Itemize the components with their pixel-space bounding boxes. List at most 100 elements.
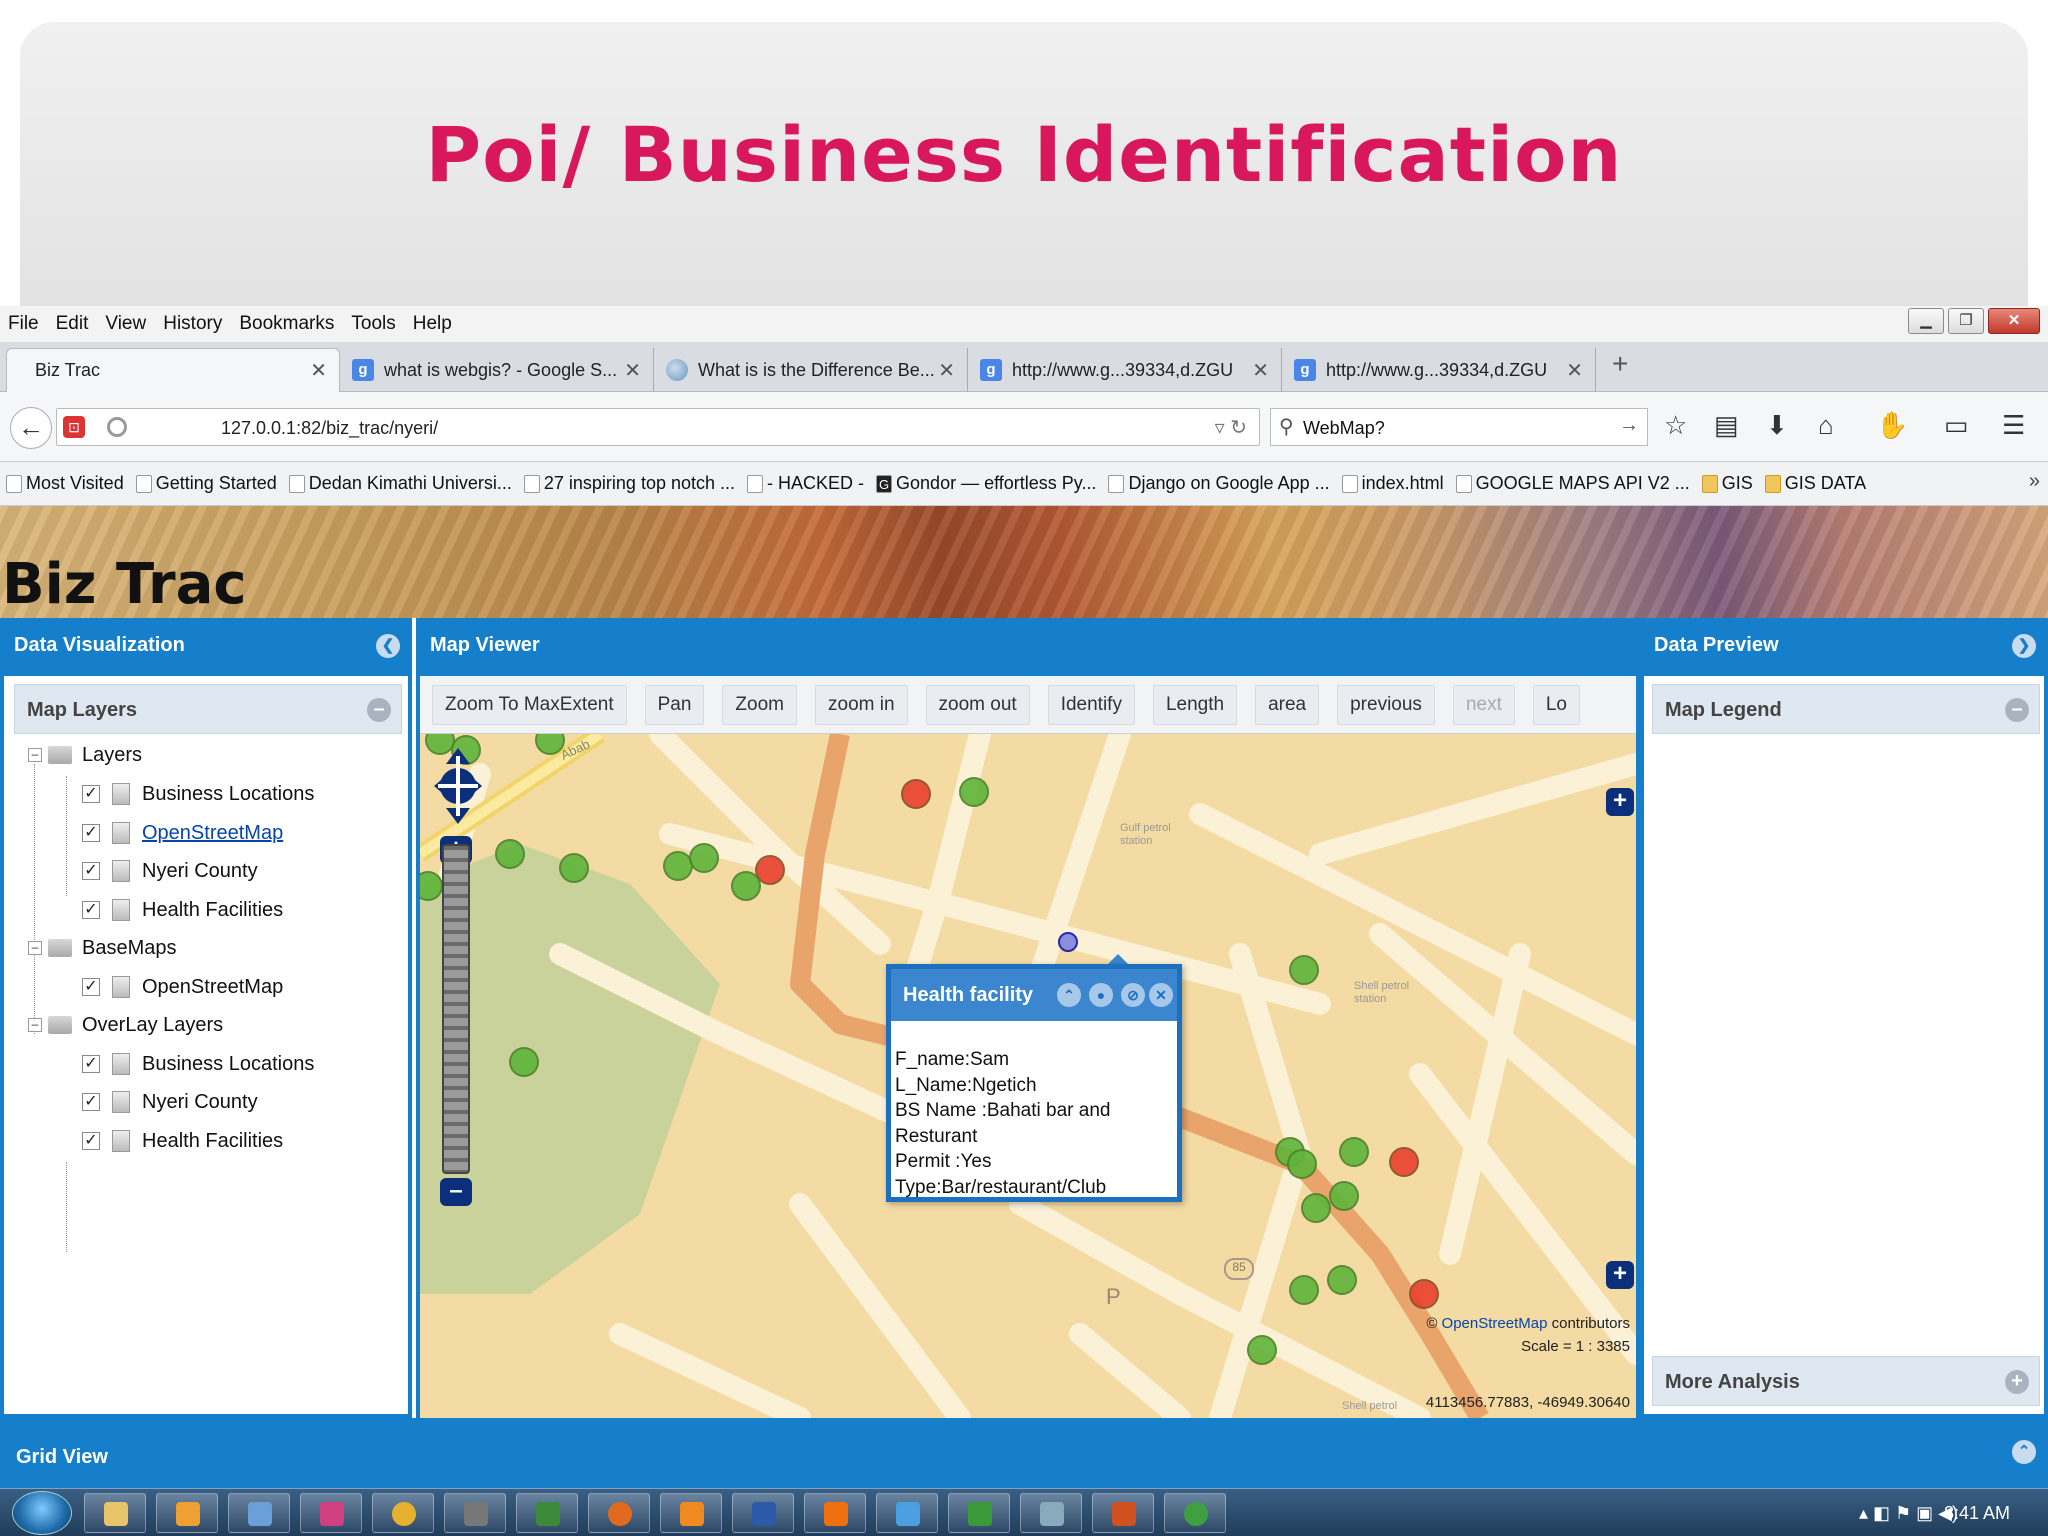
editor-taskbar-button[interactable] [228, 1493, 290, 1533]
tab-close-icon[interactable]: ✕ [1252, 358, 1269, 383]
search-go-icon[interactable]: → [1619, 414, 1639, 437]
checkbox[interactable]: ✓ [82, 862, 100, 880]
health-facility-popup[interactable]: Health facility ⌃ ● ⊘ ✕ F_name:Sam L_Nam… [886, 964, 1182, 1202]
locate-button[interactable]: Lo [1532, 684, 1580, 725]
app-taskbar-button[interactable] [300, 1493, 362, 1533]
close-window-button[interactable]: ✕ [1988, 308, 2040, 334]
app-taskbar-button[interactable] [1164, 1493, 1226, 1533]
app-taskbar-button[interactable] [516, 1493, 578, 1533]
checkbox[interactable]: ✓ [82, 785, 100, 803]
health-facility-marker[interactable] [959, 777, 989, 807]
zoom-slider[interactable] [442, 844, 470, 1174]
health-facility-marker[interactable] [1301, 1193, 1331, 1223]
tab-close-icon[interactable]: ✕ [938, 358, 955, 383]
tab-close-icon[interactable]: ✕ [1566, 358, 1583, 383]
map-canvas[interactable]: + – + + Abab Gulf petrol station Shell p… [420, 734, 1636, 1418]
app-taskbar-button[interactable] [804, 1493, 866, 1533]
popup-drop-icon[interactable]: ● [1089, 983, 1113, 1007]
chrome-taskbar-button[interactable] [372, 1493, 434, 1533]
bookmark-dedan-kimathi[interactable]: Dedan Kimathi Universi... [288, 473, 512, 494]
collapse-left-icon[interactable]: ❮ [376, 634, 400, 658]
health-facility-marker[interactable] [1329, 1181, 1359, 1211]
minimize-button[interactable]: ▁ [1908, 308, 1944, 334]
collapse-right-icon[interactable]: ❯ [2012, 634, 2036, 658]
health-facility-marker[interactable] [689, 843, 719, 873]
menu-edit[interactable]: Edit [56, 313, 89, 335]
layer-switcher-plus-icon[interactable]: + [1606, 788, 1634, 816]
identify-button[interactable]: Identify [1047, 684, 1135, 725]
powerpoint-taskbar-button[interactable] [1092, 1493, 1154, 1533]
word-taskbar-button[interactable] [732, 1493, 794, 1533]
map-zoom-out-icon[interactable]: – [440, 1178, 472, 1206]
selected-marker[interactable] [1058, 932, 1078, 952]
tab-google-link-2[interactable]: g http://www.g...39334,d.ZGU ✕ [1282, 348, 1596, 392]
zoom-to-max-extent-button[interactable]: Zoom To MaxExtent [432, 684, 627, 725]
zoom-button[interactable]: Zoom [722, 684, 797, 725]
layer-nyeri-county[interactable]: ✓ Nyeri County [82, 856, 258, 886]
expand-toggle-icon[interactable]: – [28, 1018, 42, 1032]
layer-health-facilities[interactable]: ✓ Health Facilities [82, 895, 283, 925]
business-marker[interactable] [1409, 1279, 1439, 1309]
window-icon[interactable]: ▭ [1944, 410, 1969, 441]
bookmark-most-visited[interactable]: Most Visited [6, 473, 124, 494]
tab-webgis-search[interactable]: g what is webgis? - Google S... ✕ [340, 348, 654, 392]
health-facility-marker[interactable] [1289, 1275, 1319, 1305]
health-facility-marker[interactable] [1327, 1265, 1357, 1295]
menu-icon[interactable]: ☰ [2002, 410, 2025, 441]
checkbox[interactable]: ✓ [82, 824, 100, 842]
business-marker[interactable] [1389, 1147, 1419, 1177]
zoom-out-button[interactable]: zoom out [925, 684, 1030, 725]
overlay-business-locations[interactable]: ✓ Business Locations [82, 1049, 314, 1079]
menu-bookmarks[interactable]: Bookmarks [239, 313, 334, 335]
bookmark-gis[interactable]: GIS [1701, 473, 1753, 494]
tab-close-icon[interactable]: ✕ [624, 358, 641, 383]
checkbox[interactable]: ✓ [82, 1093, 100, 1111]
search-text[interactable]: WebMap? [1303, 418, 1385, 439]
bookmark-index-html[interactable]: index.html [1341, 473, 1444, 494]
overlay-nyeri-county[interactable]: ✓ Nyeri County [82, 1087, 258, 1117]
firefox-taskbar-button[interactable] [588, 1493, 650, 1533]
start-button[interactable] [12, 1491, 72, 1535]
tab-close-icon[interactable]: ✕ [310, 358, 327, 383]
bookmark-django[interactable]: Django on Google App ... [1108, 473, 1330, 494]
previous-button[interactable]: previous [1337, 684, 1435, 725]
length-button[interactable]: Length [1152, 684, 1238, 725]
pan-navigation-control[interactable] [430, 744, 486, 828]
bookmark-inspiring[interactable]: 27 inspiring top notch ... [523, 473, 735, 494]
tab-google-link-1[interactable]: g http://www.g...39334,d.ZGU ✕ [968, 348, 1282, 392]
bookmark-gondor[interactable]: G Gondor — effortless Py... [876, 473, 1096, 494]
bookmark-gis-data[interactable]: GIS DATA [1764, 473, 1866, 494]
area-button[interactable]: area [1255, 684, 1320, 725]
bookmark-star-icon[interactable]: ☆ [1664, 410, 1687, 441]
chevron-right-icon[interactable]: » [2029, 470, 2040, 493]
overlay-health-facilities[interactable]: ✓ Health Facilities [82, 1126, 283, 1156]
pan-button[interactable]: Pan [644, 684, 705, 725]
app-taskbar-button[interactable] [948, 1493, 1010, 1533]
osm-link[interactable]: OpenStreetMap [1442, 1315, 1548, 1332]
basemap-openstreetmap[interactable]: ✓ OpenStreetMap [82, 972, 283, 1002]
calculator-taskbar-button[interactable] [444, 1493, 506, 1533]
menu-file[interactable]: File [8, 313, 39, 335]
addon-icon[interactable]: ⊡ [63, 416, 85, 438]
bookmark-hacked[interactable]: - HACKED - [747, 473, 864, 494]
popup-pin-icon[interactable]: ⊘ [1121, 983, 1145, 1007]
clock[interactable]: 8:41 AM [1944, 1503, 2010, 1524]
tab-biz-trac[interactable]: Biz Trac ✕ [6, 348, 340, 392]
next-button[interactable]: next [1452, 684, 1515, 725]
health-facility-marker[interactable] [1287, 1149, 1317, 1179]
health-facility-marker[interactable] [559, 853, 589, 883]
health-facility-marker[interactable] [509, 1047, 539, 1077]
health-facility-marker[interactable] [731, 871, 761, 901]
app-taskbar-button[interactable] [1020, 1493, 1082, 1533]
health-facility-marker[interactable] [1339, 1137, 1369, 1167]
checkbox[interactable]: ✓ [82, 901, 100, 919]
health-facility-marker[interactable] [1247, 1335, 1277, 1365]
zoom-in-button[interactable]: zoom in [815, 684, 908, 725]
menu-help[interactable]: Help [413, 313, 452, 335]
expand-toggle-icon[interactable]: – [28, 748, 42, 762]
popup-up-icon[interactable]: ⌃ [1057, 983, 1081, 1007]
url-bar[interactable]: ⊡ 127.0.0.1:82/biz_trac/nyeri/ ▿ ↻ [56, 408, 1260, 446]
menu-history[interactable]: History [163, 313, 222, 335]
bookmark-getting-started[interactable]: Getting Started [135, 473, 277, 494]
download-icon[interactable]: ⬇ [1766, 410, 1788, 441]
